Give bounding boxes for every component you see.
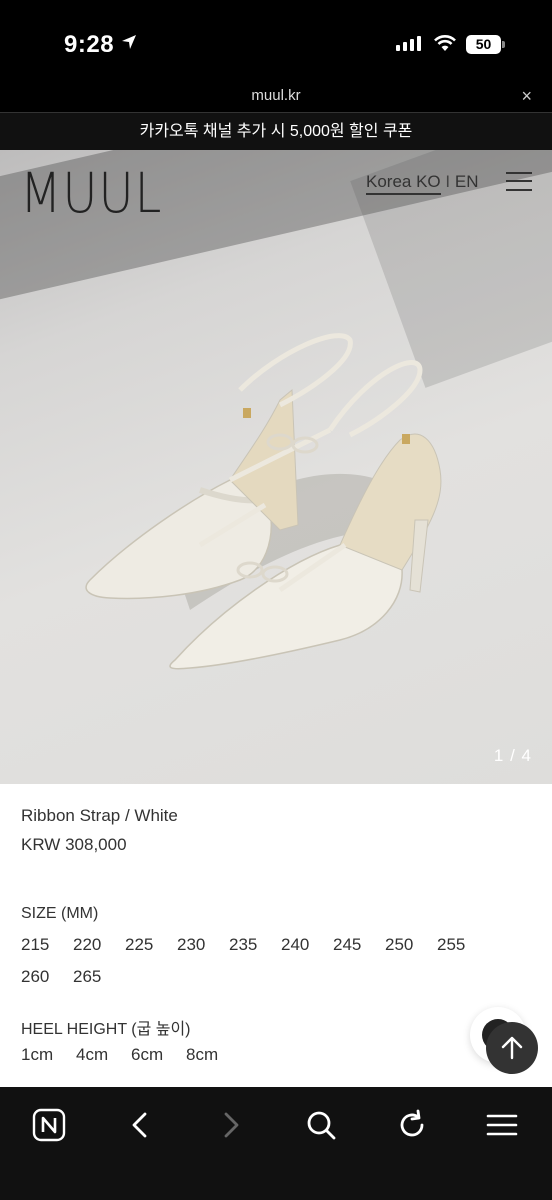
browser-url-bar: muul.kr ×	[0, 84, 552, 112]
status-bar: 9:28 50	[0, 0, 552, 84]
back-icon[interactable]	[118, 1103, 162, 1147]
hamburger-menu-icon[interactable]	[506, 170, 532, 192]
size-option[interactable]: 245	[333, 935, 385, 955]
promo-banner[interactable]: 카카오톡 채널 추가 시 5,000원 할인 쿠폰	[0, 112, 552, 150]
location-arrow-icon	[122, 35, 136, 49]
size-option[interactable]: 255	[437, 935, 489, 955]
product-info: Ribbon Strap / White KRW 308,000	[21, 806, 178, 855]
battery-icon: 50	[466, 35, 501, 54]
cellular-signal-icon	[396, 36, 421, 51]
language-switcher: Korea KO I EN	[366, 172, 479, 195]
product-price: KRW 308,000	[21, 835, 127, 854]
heel-option[interactable]: 1cm	[21, 1045, 76, 1065]
brand-logo[interactable]: MUUL	[20, 166, 162, 221]
heel-option[interactable]: 4cm	[76, 1045, 131, 1065]
browser-toolbar	[0, 1087, 552, 1200]
close-icon[interactable]: ×	[521, 86, 532, 107]
lang-separator: I	[445, 172, 451, 191]
menu-icon[interactable]	[480, 1103, 524, 1147]
lang-ko-link[interactable]: Korea KO	[366, 172, 441, 195]
size-option[interactable]: 215	[21, 935, 73, 955]
scroll-top-button[interactable]	[486, 1022, 538, 1074]
battery-tip	[502, 41, 505, 48]
product-image-gallery[interactable]: MUUL Korea KO I EN 1 / 4	[0, 150, 552, 784]
size-option[interactable]: 250	[385, 935, 437, 955]
arrow-up-icon	[501, 1036, 523, 1060]
gallery-counter: 1 / 4	[493, 746, 532, 765]
product-photo	[85, 333, 442, 670]
refresh-icon[interactable]	[390, 1103, 434, 1147]
naver-home-icon[interactable]	[27, 1103, 71, 1147]
size-option[interactable]: 230	[177, 935, 229, 955]
size-option[interactable]: 235	[229, 935, 281, 955]
size-option[interactable]: 260	[21, 967, 73, 987]
wifi-icon	[434, 35, 456, 51]
url-text[interactable]: muul.kr	[0, 87, 552, 104]
product-name: Ribbon Strap / White	[21, 806, 178, 825]
size-options: 215 220 225 230 235 240 245 250 255 260 …	[21, 935, 501, 987]
heel-height-label: HEEL HEIGHT (굽 높이)	[21, 1021, 191, 1038]
status-time: 9:28	[64, 31, 115, 58]
size-label: SIZE (MM)	[21, 905, 99, 922]
forward-icon[interactable]	[209, 1103, 253, 1147]
size-option[interactable]: 240	[281, 935, 333, 955]
heel-option[interactable]: 8cm	[186, 1045, 241, 1065]
search-icon[interactable]	[299, 1103, 343, 1147]
size-option[interactable]: 265	[73, 967, 125, 987]
heel-height-options: 1cm 4cm 6cm 8cm	[21, 1045, 241, 1065]
lang-en-link[interactable]: EN	[455, 172, 479, 191]
heel-option[interactable]: 6cm	[131, 1045, 186, 1065]
size-option[interactable]: 220	[73, 935, 125, 955]
size-option[interactable]: 225	[125, 935, 177, 955]
